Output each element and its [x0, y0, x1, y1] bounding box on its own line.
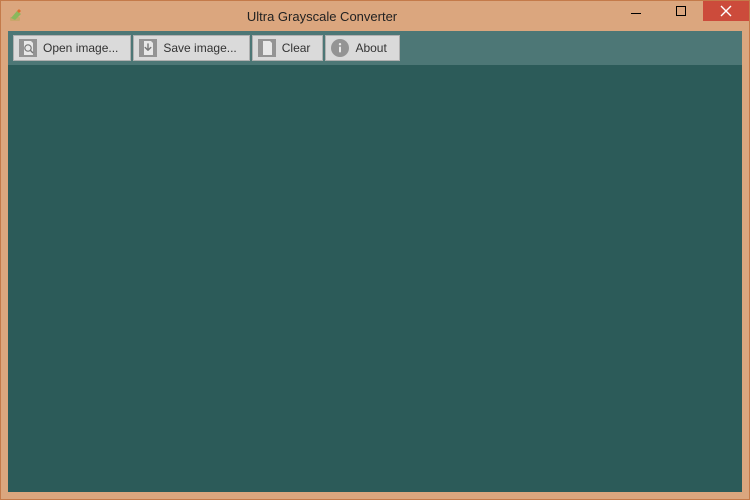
toolbar: Open image... Save image... Clear — [8, 31, 742, 66]
maximize-icon — [676, 6, 686, 16]
window-title: Ultra Grayscale Converter — [247, 9, 397, 24]
save-image-button[interactable]: Save image... — [134, 36, 248, 60]
save-file-icon — [139, 39, 157, 57]
close-button[interactable] — [703, 1, 749, 21]
close-icon — [720, 5, 732, 17]
save-label: Save image... — [163, 41, 236, 55]
minimize-icon — [631, 13, 641, 14]
titlebar[interactable]: Ultra Grayscale Converter — [1, 1, 749, 31]
open-image-button[interactable]: Open image... — [14, 36, 130, 60]
maximize-button[interactable] — [658, 1, 703, 21]
info-icon — [331, 39, 349, 57]
open-label: Open image... — [43, 41, 118, 55]
clear-label: Clear — [282, 41, 311, 55]
clear-button[interactable]: Clear — [253, 36, 323, 60]
minimize-button[interactable] — [613, 1, 658, 21]
blank-file-icon — [258, 39, 276, 57]
open-file-icon — [19, 39, 37, 57]
window-controls — [613, 1, 749, 23]
image-canvas — [8, 66, 742, 492]
client-area: Open image... Save image... Clear — [8, 31, 742, 492]
about-label: About — [355, 41, 386, 55]
app-icon — [1, 1, 31, 31]
about-button[interactable]: About — [326, 36, 398, 60]
app-window: Ultra Grayscale Converter — [0, 0, 750, 500]
